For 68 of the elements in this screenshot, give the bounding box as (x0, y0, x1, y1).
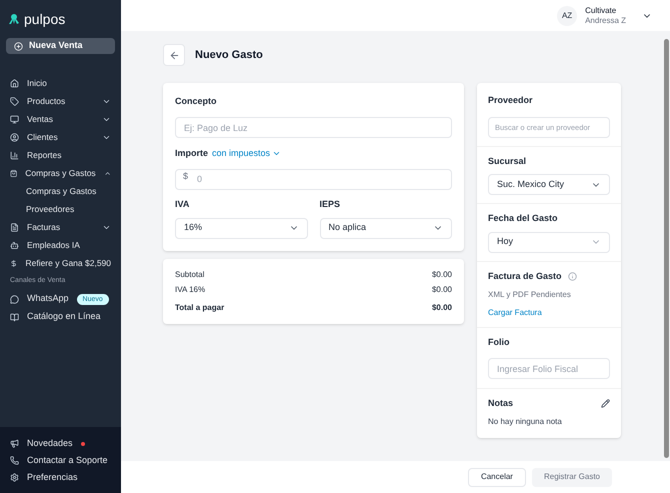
currency-symbol: $ (183, 171, 188, 182)
robot-icon (10, 240, 19, 250)
dollar-icon (10, 258, 18, 268)
company-name: Cultivate (585, 6, 618, 16)
summary-value: $0.00 (432, 268, 452, 280)
plus-icon (14, 42, 23, 50)
field-label: IVA (175, 198, 190, 211)
tag-icon (10, 96, 19, 106)
megaphone-icon (10, 439, 19, 448)
logo-icon (8, 13, 20, 25)
folio-field[interactable]: Ingresar Folio Fiscal (488, 358, 610, 379)
date-select[interactable]: Hoy (488, 232, 610, 252)
summary-label: IVA 16% (175, 284, 206, 296)
ieps-select[interactable]: No aplica (320, 218, 452, 238)
user-name: Andressa Z (585, 16, 626, 26)
field-label: Sucursal (488, 154, 528, 168)
summary-label: Total a pagar (175, 302, 224, 314)
edit-icon[interactable] (601, 398, 610, 408)
monitor-icon (10, 114, 19, 124)
field-label: Folio (488, 336, 510, 349)
nav-item[interactable]: Empleados IA (0, 236, 121, 254)
settings-icon (10, 473, 19, 482)
book-icon (10, 312, 19, 322)
back-button[interactable] (163, 44, 185, 66)
bar-chart-icon (10, 150, 19, 160)
nav-item[interactable]: Ventas (0, 110, 121, 128)
concept-field[interactable]: Ej: Pago de Luz (175, 117, 452, 138)
back-arrow-icon (168, 50, 180, 60)
nav-item[interactable]: Clientes (0, 128, 121, 146)
field-label: Fecha del Gasto (488, 212, 559, 225)
iva-select[interactable]: 16% (175, 218, 308, 238)
field-label: Factura de Gasto (488, 270, 562, 282)
user-icon (10, 132, 19, 142)
notes-empty-text: No hay ninguna nota (488, 416, 563, 428)
cancel-button[interactable]: Cancelar (468, 468, 526, 486)
summary-value: $0.00 (432, 284, 452, 296)
home-icon (10, 78, 19, 88)
nav-subitem[interactable]: Proveedores (0, 200, 121, 218)
nav-item[interactable]: Productos (0, 92, 121, 110)
nav-item[interactable]: Novedades (0, 435, 121, 452)
field-label: Importe (175, 146, 208, 160)
tax-mode-link[interactable]: con impuestos (212, 146, 282, 160)
summary-value: $0.00 (432, 302, 452, 314)
avatar: AZ (557, 6, 578, 26)
invoice-status: XML y PDF Pendientes (488, 289, 572, 301)
nav-item[interactable]: Facturas (0, 218, 121, 236)
chat-icon (10, 294, 19, 304)
branch-select[interactable]: Suc. Mexico City (488, 174, 610, 195)
field-label: Notas (488, 396, 514, 410)
field-label: Concepto (175, 95, 218, 108)
logo-text: pulpos (24, 12, 66, 26)
summary-label: Subtotal (175, 268, 204, 280)
page-title: Nuevo Gasto (195, 48, 263, 63)
nav-item[interactable]: Inicio (0, 74, 121, 92)
upload-invoice-link[interactable]: Cargar Factura (488, 307, 610, 319)
nav-item[interactable]: Refiere y Gana $2,590 (0, 254, 121, 272)
document-icon (10, 222, 19, 232)
nav-item[interactable]: Compras y Gastos (0, 164, 121, 182)
new-sale-button[interactable]: Nueva Venta (6, 38, 115, 54)
bag-icon (10, 168, 18, 178)
field-label: IEPS (320, 198, 342, 211)
nav-subitem[interactable]: Compras y Gastos (0, 182, 121, 200)
nav-item[interactable]: Reportes (0, 146, 121, 164)
phone-icon (10, 456, 19, 465)
nav-item[interactable]: Catálogo en Línea (0, 308, 121, 326)
nav-item[interactable]: Preferencias (0, 469, 121, 486)
field-label: Proveedor (488, 94, 534, 107)
nav-item[interactable]: Contactar a Soporte (0, 452, 121, 469)
